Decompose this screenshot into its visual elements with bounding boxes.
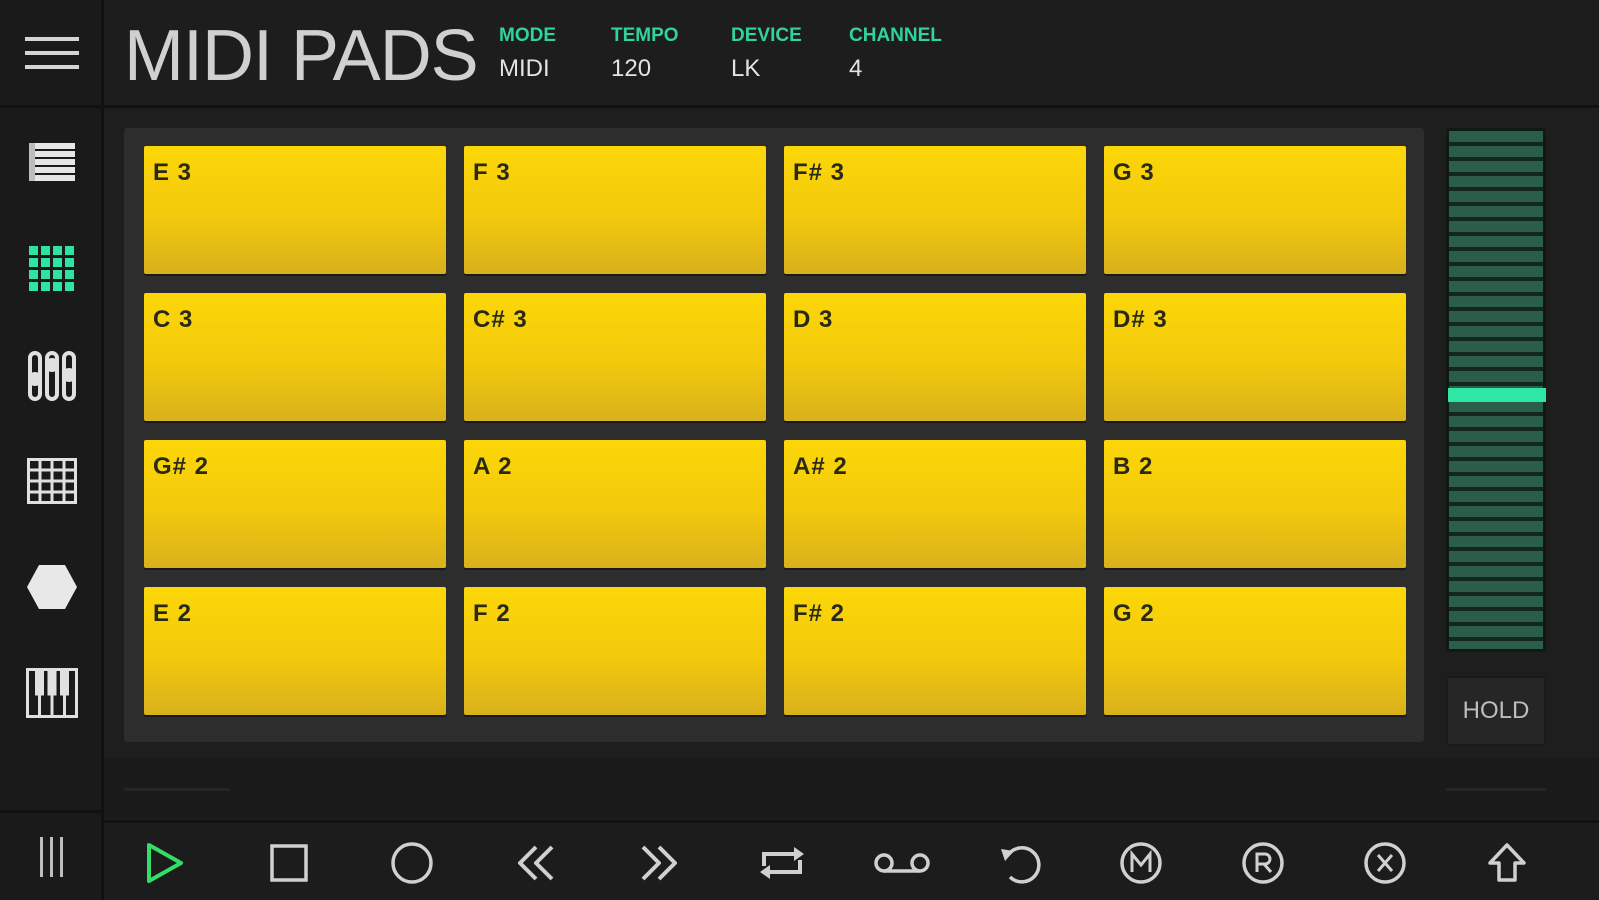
- vertical-bars-icon: [40, 836, 63, 877]
- transport-bar: [104, 820, 1599, 900]
- pad[interactable]: F# 3: [784, 146, 1086, 274]
- pad-label: A 2: [473, 453, 513, 480]
- x-button[interactable]: [1325, 823, 1445, 900]
- step-grid-icon: [27, 458, 77, 504]
- rewind-icon: [518, 845, 554, 881]
- tape-button[interactable]: [842, 823, 962, 900]
- pad[interactable]: A# 2: [784, 440, 1086, 568]
- sidebar-item-pads[interactable]: [0, 216, 104, 322]
- pad-label: F# 2: [793, 600, 846, 627]
- slider-thumb[interactable]: [1448, 388, 1546, 403]
- info-label: MODE: [499, 25, 556, 46]
- play-button[interactable]: [105, 823, 225, 900]
- fast-forward-button[interactable]: [599, 823, 719, 900]
- sidebar-item-hexagon[interactable]: [0, 534, 104, 640]
- pad-grid: E 3 F 3 F# 3 G 3 C 3 C# 3 D 3 D# 3 G# 2 …: [124, 128, 1424, 742]
- pad-label: E 3: [153, 159, 193, 186]
- play-icon: [147, 843, 183, 883]
- app-root: MIDI PADS MODE MIDI TEMPO 120 DEVICE LK …: [0, 0, 1599, 900]
- sidebar-item-list[interactable]: [0, 110, 104, 216]
- sidebar-item-step-grid[interactable]: [0, 428, 104, 534]
- stop-icon: [270, 844, 308, 882]
- header: MIDI PADS MODE MIDI TEMPO 120 DEVICE LK …: [104, 0, 1599, 108]
- fast-forward-icon: [641, 845, 677, 881]
- stop-button[interactable]: [229, 823, 349, 900]
- pad-label: E 2: [153, 600, 193, 627]
- pad-grid-icon: [29, 246, 74, 291]
- scroll-hint-left: [124, 788, 230, 791]
- pad[interactable]: F 2: [464, 587, 766, 715]
- pad[interactable]: C# 3: [464, 293, 766, 421]
- pad-label: B 2: [1113, 453, 1154, 480]
- info-value: MIDI: [499, 55, 550, 82]
- shift-button[interactable]: [1447, 823, 1567, 900]
- pad[interactable]: C 3: [144, 293, 446, 421]
- info-label: CHANNEL: [849, 25, 942, 46]
- info-value: 4: [849, 55, 863, 82]
- keyboard-icon: [26, 668, 78, 718]
- hold-button[interactable]: HOLD: [1446, 676, 1546, 746]
- pad[interactable]: E 2: [144, 587, 446, 715]
- pad-label: F 3: [473, 159, 511, 186]
- pad[interactable]: B 2: [1104, 440, 1406, 568]
- info-value: 120: [611, 55, 652, 82]
- pad[interactable]: F# 2: [784, 587, 1086, 715]
- record-button[interactable]: [352, 823, 472, 900]
- hexagon-icon: [27, 565, 77, 609]
- r-button[interactable]: [1203, 823, 1323, 900]
- shift-icon: [1488, 843, 1526, 882]
- sidebar-item-keyboard[interactable]: [0, 640, 104, 746]
- pad-label: G 2: [1113, 600, 1155, 627]
- pad-label: C# 3: [473, 306, 528, 333]
- hamburger-icon: [25, 36, 79, 69]
- pad-label: C 3: [153, 306, 194, 333]
- info-mode[interactable]: MODE MIDI: [499, 24, 556, 84]
- pad-label: F 2: [473, 600, 511, 627]
- pad[interactable]: D# 3: [1104, 293, 1406, 421]
- undo-button[interactable]: [961, 823, 1081, 900]
- r-circle-icon: [1242, 842, 1284, 884]
- page-title: MIDI PADS: [124, 16, 479, 96]
- loop-icon: [760, 847, 804, 879]
- m-button[interactable]: [1081, 823, 1201, 900]
- info-label: DEVICE: [731, 25, 802, 46]
- record-icon: [391, 842, 433, 884]
- pad-label: D 3: [793, 306, 834, 333]
- undo-icon: [1001, 846, 1041, 884]
- pad[interactable]: G# 2: [144, 440, 446, 568]
- scroll-band: [104, 758, 1599, 818]
- pad-label: G# 2: [153, 453, 210, 480]
- list-icon: [29, 143, 75, 181]
- info-value: LK: [731, 55, 761, 82]
- pad-label: F# 3: [793, 159, 846, 186]
- rewind-button[interactable]: [476, 823, 596, 900]
- pad[interactable]: A 2: [464, 440, 766, 568]
- sidebar-bars-button[interactable]: [0, 810, 104, 900]
- pad[interactable]: F 3: [464, 146, 766, 274]
- pad-label: G 3: [1113, 159, 1155, 186]
- pad-label: D# 3: [1113, 306, 1168, 333]
- pad[interactable]: E 3: [144, 146, 446, 274]
- loop-button[interactable]: [722, 823, 842, 900]
- pad[interactable]: G 3: [1104, 146, 1406, 274]
- sidebar-item-mixer[interactable]: [0, 322, 104, 428]
- pad[interactable]: G 2: [1104, 587, 1406, 715]
- pad[interactable]: D 3: [784, 293, 1086, 421]
- info-channel[interactable]: CHANNEL 4: [849, 24, 942, 84]
- x-circle-icon: [1364, 842, 1406, 884]
- sidebar: [0, 0, 104, 900]
- info-label: TEMPO: [611, 25, 679, 46]
- scroll-hint-right: [1446, 788, 1546, 791]
- tape-icon: [874, 853, 930, 873]
- mixer-icon: [28, 351, 76, 401]
- m-circle-icon: [1120, 842, 1162, 884]
- pad-label: A# 2: [793, 453, 848, 480]
- menu-button[interactable]: [0, 0, 104, 108]
- info-tempo[interactable]: TEMPO 120: [611, 24, 679, 84]
- info-device[interactable]: DEVICE LK: [731, 24, 802, 84]
